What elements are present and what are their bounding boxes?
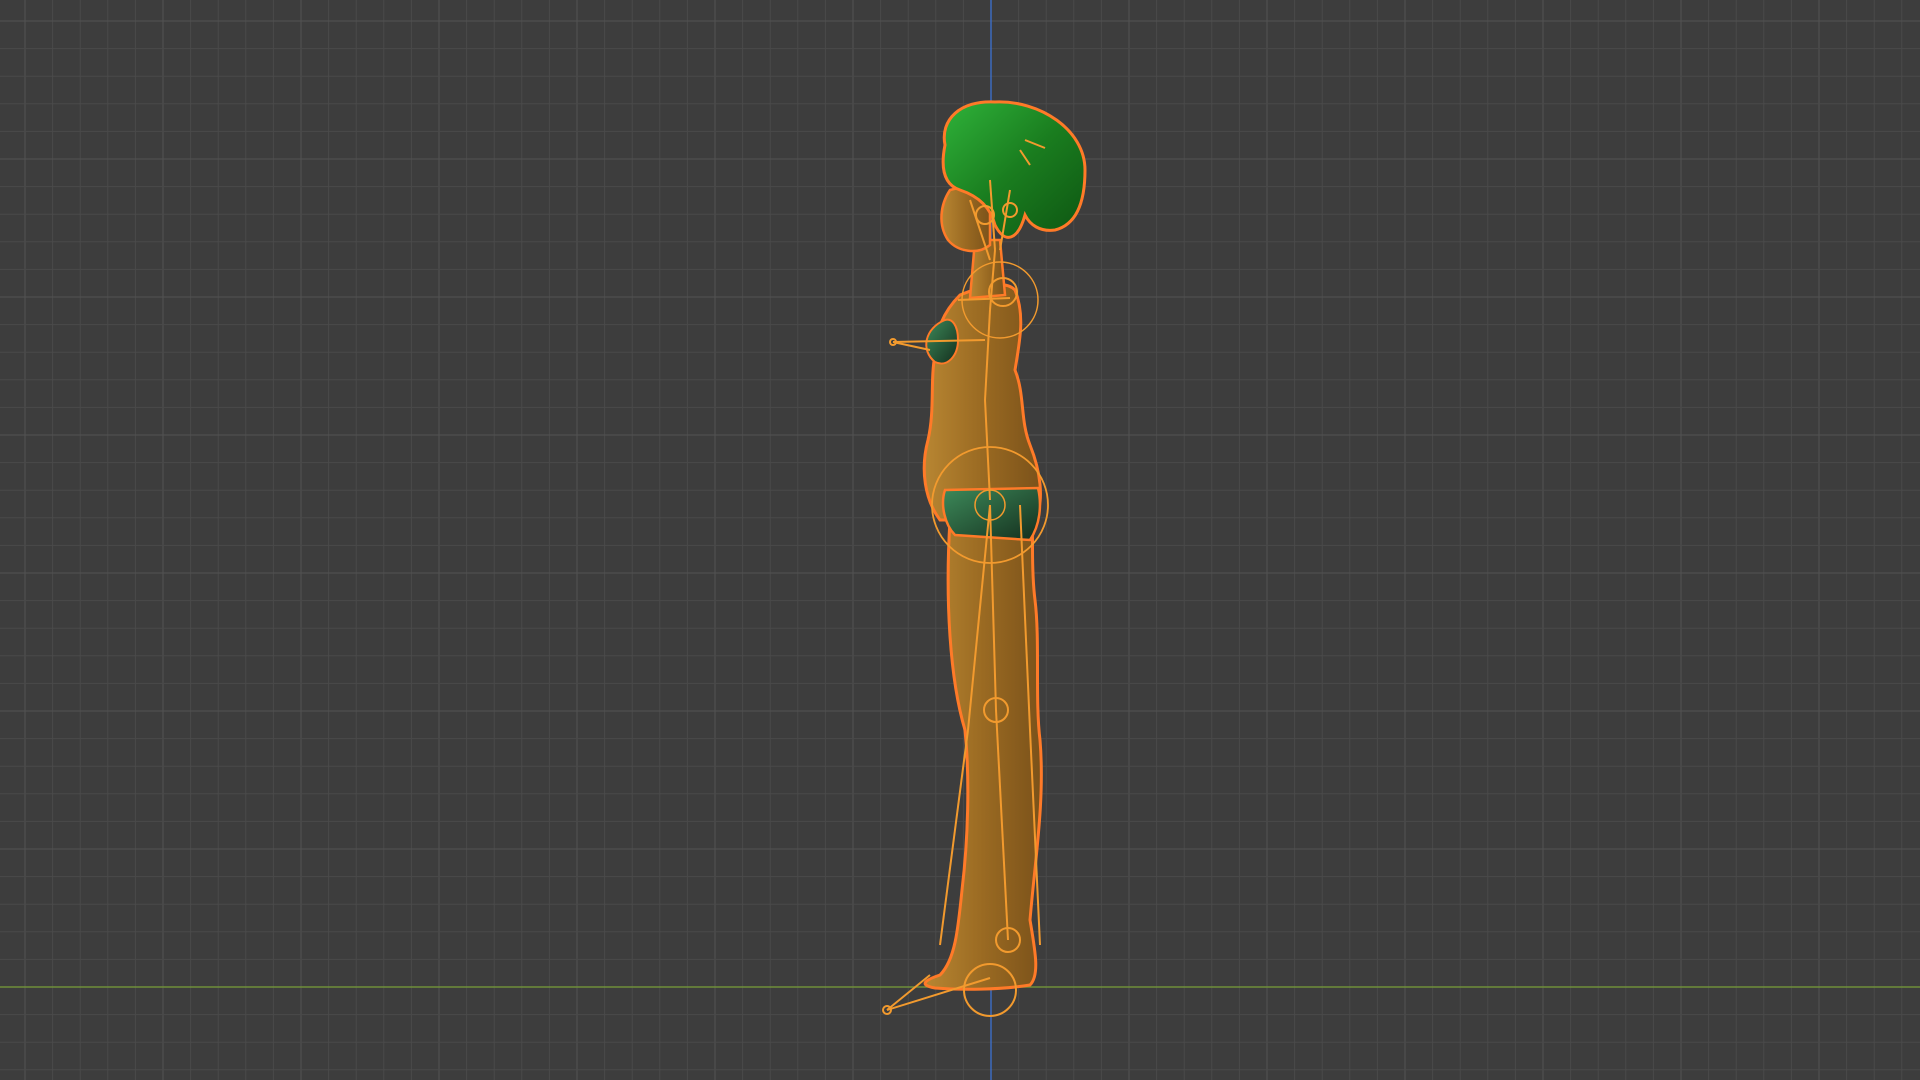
torso-mesh xyxy=(922,283,1042,522)
bone-breast-b xyxy=(892,341,931,351)
viewport-canvas[interactable] xyxy=(0,0,1920,1080)
3d-viewport[interactable] xyxy=(0,0,1920,1080)
